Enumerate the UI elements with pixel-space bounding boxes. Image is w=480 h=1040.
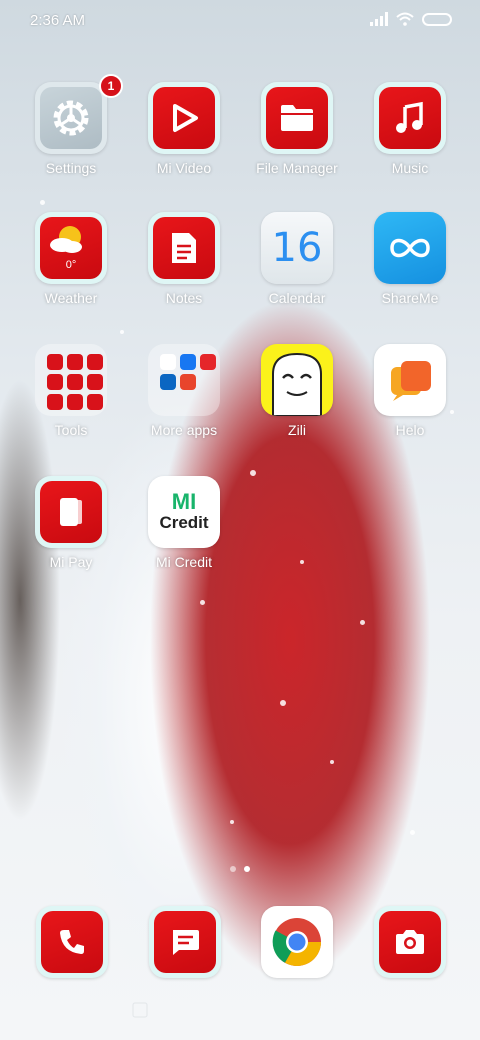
mi-credit-icon: MI Credit <box>148 476 220 548</box>
status-bar: 2:36 AM <box>0 0 480 42</box>
app-label: Weather <box>44 290 98 306</box>
music-note-icon <box>374 82 446 154</box>
chrome-icon <box>272 918 321 967</box>
app-calendar[interactable]: 16 Calendar <box>241 212 353 332</box>
app-label: More apps <box>150 422 218 438</box>
helo-icon <box>374 344 446 416</box>
app-label: Tools <box>54 422 88 438</box>
zili-icon <box>261 344 333 416</box>
page-dot-active[interactable] <box>244 866 250 872</box>
app-label: File Manager <box>256 160 338 176</box>
app-label: Helo <box>395 422 425 438</box>
calendar-icon: 16 <box>261 212 333 284</box>
app-weather[interactable]: 0° Weather <box>15 212 127 332</box>
infinity-icon <box>374 212 446 284</box>
app-label: Settings <box>45 160 97 176</box>
page-dot[interactable] <box>230 866 236 872</box>
dock-chrome[interactable] <box>261 906 333 978</box>
dock-camera[interactable] <box>374 906 446 978</box>
app-mi-credit[interactable]: MI Credit Mi Credit <box>128 476 240 596</box>
app-notes[interactable]: Notes <box>128 212 240 332</box>
app-label: Zili <box>288 422 306 438</box>
app-label: Mi Credit <box>155 554 212 570</box>
page-indicator[interactable] <box>0 866 480 872</box>
app-helo[interactable]: Helo <box>354 344 466 464</box>
status-time: 2:36 AM <box>30 12 86 29</box>
more-apps-folder-icon <box>148 344 220 416</box>
mi-credit-logo-bottom: Credit <box>159 513 209 532</box>
wallet-icon <box>35 476 107 548</box>
mi-credit-logo-top: MI <box>171 489 197 514</box>
app-music[interactable]: Music <box>354 82 466 202</box>
wifi-icon <box>396 12 414 26</box>
dock-phone[interactable] <box>36 906 108 978</box>
calendar-day: 16 <box>271 225 323 271</box>
gear-icon <box>35 82 107 154</box>
notification-badge: 1 <box>99 74 123 98</box>
dock-messages[interactable] <box>149 906 221 978</box>
app-label: Notes <box>165 290 203 306</box>
app-shareme[interactable]: ShareMe <box>354 212 466 332</box>
app-settings[interactable]: 1 Settings <box>15 74 127 202</box>
signal-icon <box>370 12 388 26</box>
navigation-bar <box>0 994 480 1034</box>
battery-icon <box>422 12 452 26</box>
app-file-manager[interactable]: File Manager <box>241 82 353 202</box>
app-mi-pay[interactable]: Mi Pay <box>15 476 127 596</box>
status-icons <box>370 12 452 26</box>
note-icon <box>148 212 220 284</box>
folder-tools[interactable]: Tools <box>15 344 127 464</box>
message-icon <box>154 911 216 973</box>
folder-icon <box>261 82 333 154</box>
app-zili[interactable]: Zili <box>241 344 353 464</box>
phone-icon <box>41 911 103 973</box>
recents-button[interactable] <box>132 1002 148 1018</box>
app-label: Mi Pay <box>49 554 93 570</box>
app-label: ShareMe <box>381 290 439 306</box>
play-icon <box>148 82 220 154</box>
weather-icon: 0° <box>35 212 107 284</box>
tools-folder-icon <box>35 344 107 416</box>
camera-icon <box>379 911 441 973</box>
folder-more-apps[interactable]: More apps <box>128 344 240 464</box>
app-mi-video[interactable]: Mi Video <box>128 82 240 202</box>
back-button[interactable] <box>330 1002 346 1018</box>
app-label: Music <box>391 160 429 176</box>
weather-temp: 0° <box>65 259 77 271</box>
home-button[interactable] <box>230 1002 250 1022</box>
app-label: Calendar <box>268 290 326 306</box>
app-label: Mi Video <box>156 160 212 176</box>
